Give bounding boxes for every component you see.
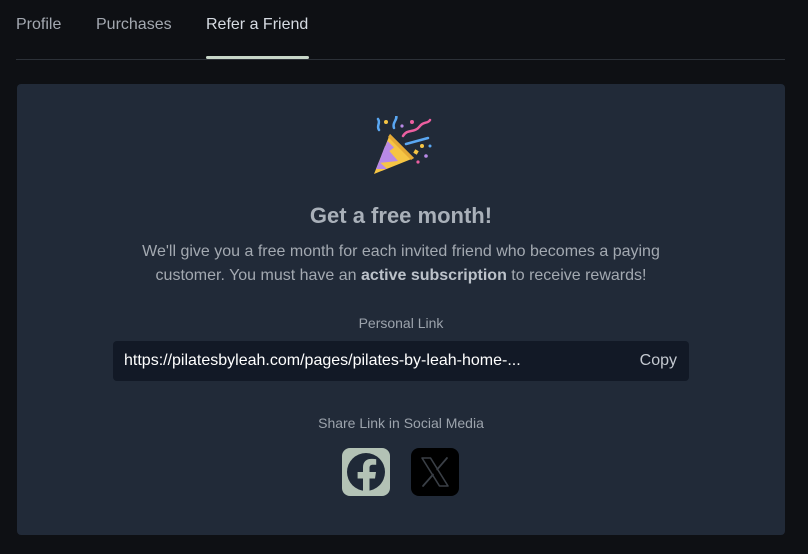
personal-link-label: Personal Link bbox=[358, 315, 444, 331]
tab-refer-a-friend[interactable]: Refer a Friend bbox=[206, 16, 308, 34]
facebook-share-button[interactable] bbox=[342, 448, 390, 496]
referral-description: We'll give you a free month for each inv… bbox=[117, 240, 685, 288]
x-share-button[interactable] bbox=[411, 448, 459, 496]
referral-card: Get a free month! We'll give you a free … bbox=[17, 84, 785, 535]
personal-link-field[interactable]: https://pilatesbyleah.com/pages/pilates-… bbox=[113, 341, 689, 381]
copy-button[interactable]: Copy bbox=[640, 352, 677, 370]
personal-link-value: https://pilatesbyleah.com/pages/pilates-… bbox=[124, 352, 521, 369]
description-bold-text: active subscription bbox=[361, 267, 507, 284]
referral-title: Get a free month! bbox=[309, 203, 493, 228]
tab-bar: Profile Purchases Refer a Friend bbox=[16, 0, 785, 60]
party-popper-icon bbox=[370, 113, 432, 178]
active-tab-indicator bbox=[206, 56, 309, 59]
tab-purchases[interactable]: Purchases bbox=[96, 16, 172, 34]
share-label: Share Link in Social Media bbox=[318, 415, 484, 431]
description-text-2: to receive rewards! bbox=[506, 267, 647, 284]
x-twitter-icon bbox=[421, 457, 449, 487]
facebook-icon bbox=[347, 453, 385, 496]
tab-profile[interactable]: Profile bbox=[16, 16, 61, 34]
